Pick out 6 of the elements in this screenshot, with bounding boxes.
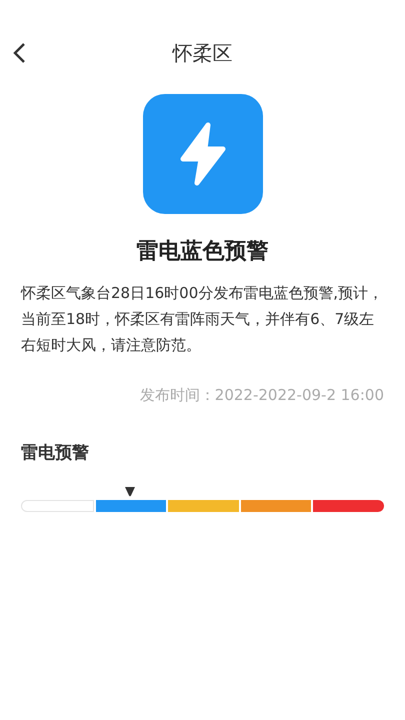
lightning-icon [142,94,262,214]
section-title: 雷电预警 [21,442,90,464]
page-title: 怀柔区 [172,40,232,67]
publish-time: 发布时间：2022-2022-09-2 16:00 [140,386,384,405]
alert-title: 雷电蓝色预警 [136,238,268,266]
alert-description: 怀柔区气象台28日16时00分发布雷电蓝色预警,预计，当前至18时，怀柔区有雷阵雨天气，并伴有6、7级左右短时大风，请注意防范。 [21,283,384,356]
